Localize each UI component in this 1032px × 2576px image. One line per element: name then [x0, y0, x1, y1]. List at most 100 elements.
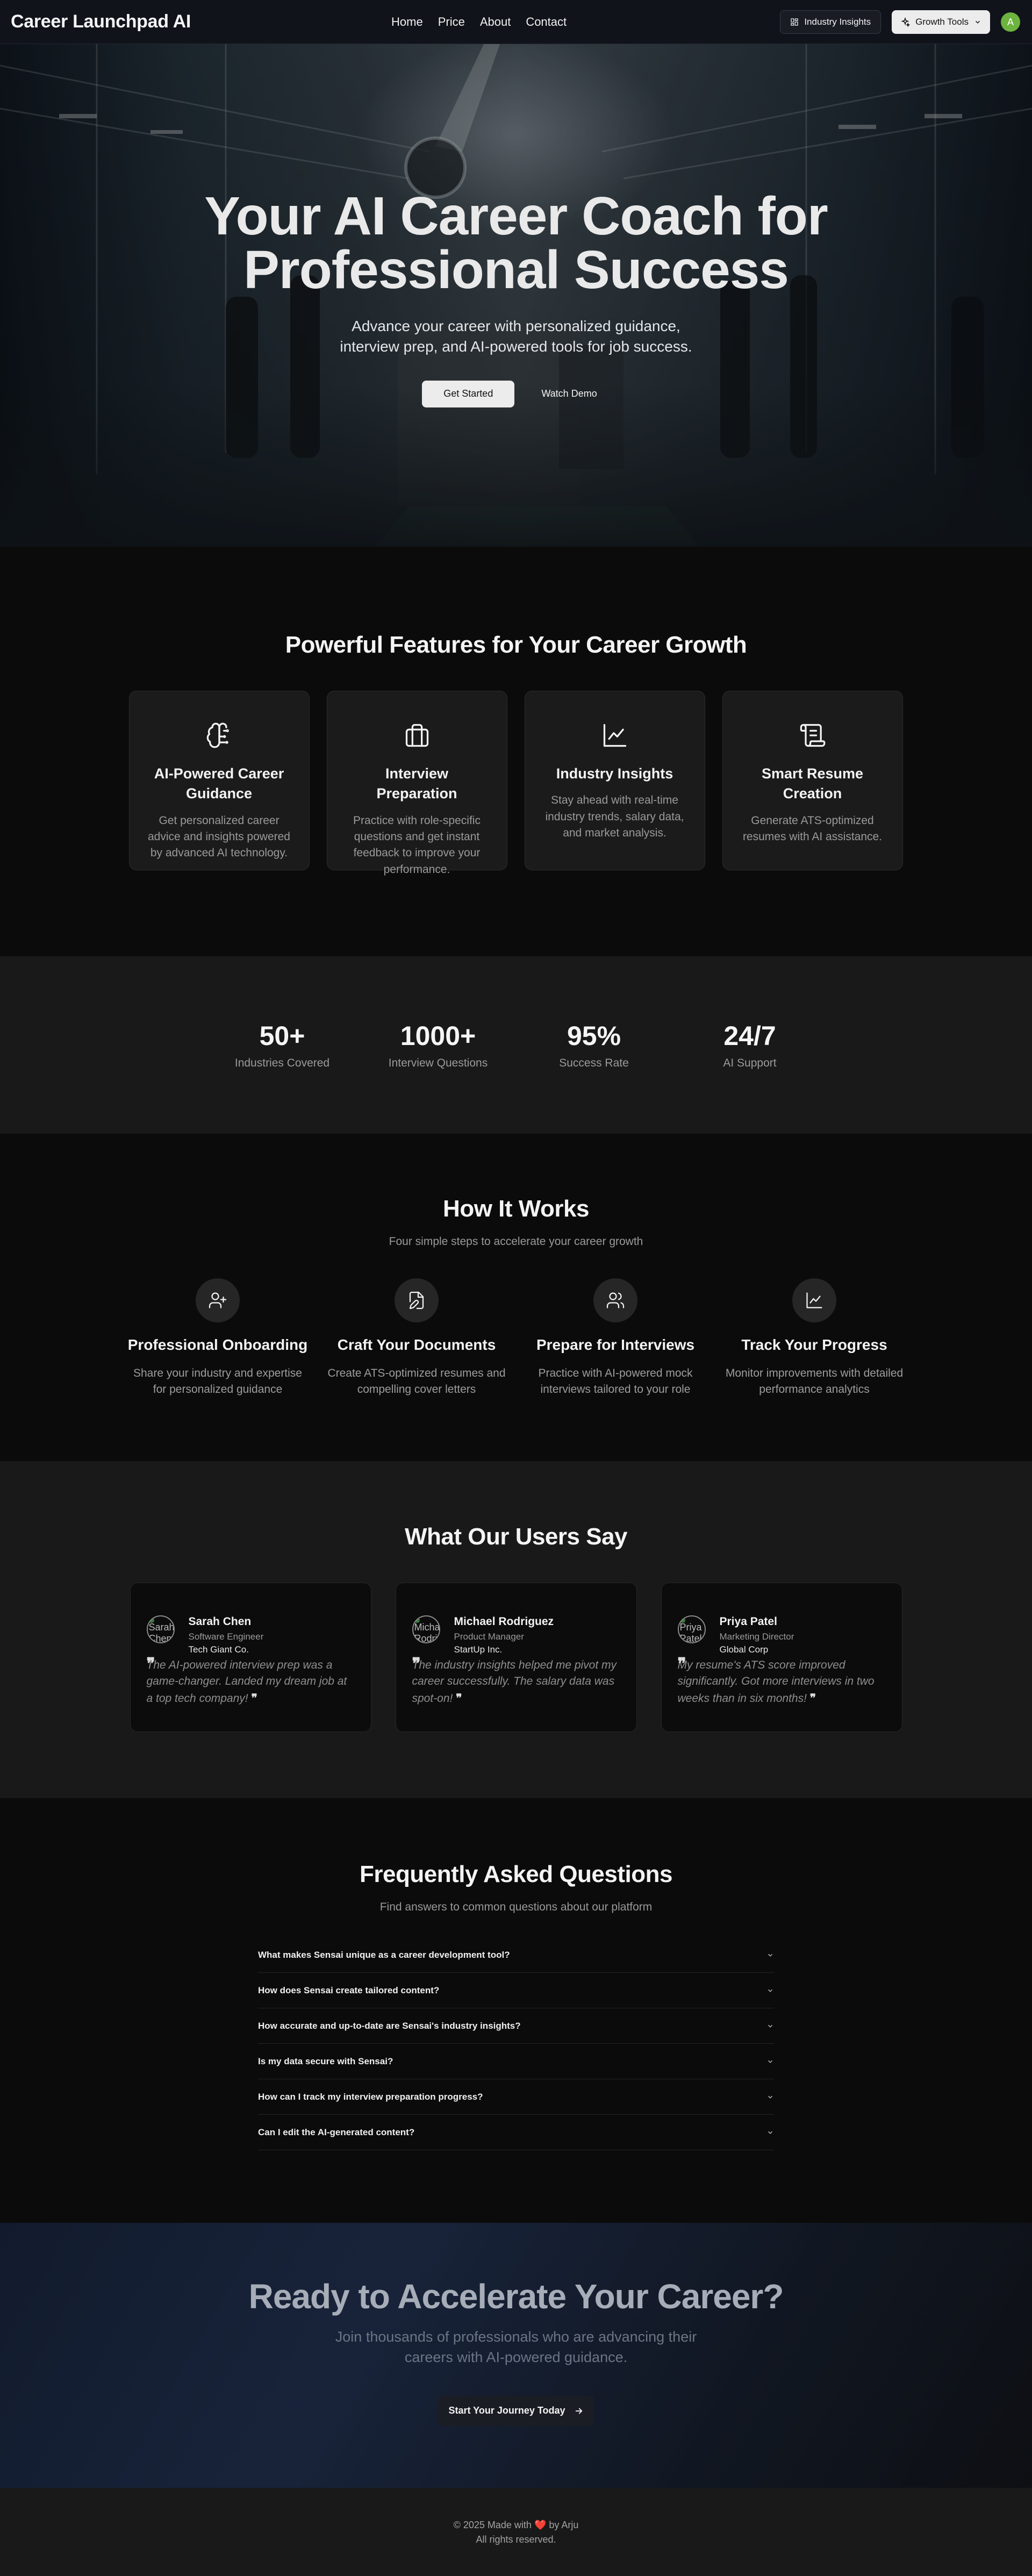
nav-link-price[interactable]: Price	[438, 15, 465, 29]
growth-tools-label: Growth Tools	[915, 17, 969, 27]
faq-item[interactable]: Can I edit the AI-generated content?	[258, 2115, 774, 2150]
stat-value: 24/7	[723, 1021, 776, 1051]
avatar-alt-text: Priya Patel	[679, 1622, 702, 1643]
arrow-right-icon	[575, 2408, 582, 2414]
avatar: Sarah Chen	[146, 1615, 175, 1643]
stat-item: 24/7 AI Support	[672, 1020, 828, 1070]
testimonial-company: Tech Giant Co.	[188, 1644, 249, 1655]
hero-content: Your AI Career Coach for Professional Su…	[0, 189, 1032, 407]
hero-subtitle: Advance your career with personalized gu…	[340, 318, 692, 355]
chevron-down-icon	[768, 2131, 773, 2134]
faq-title: Frequently Asked Questions	[360, 1861, 672, 1887]
stat-value: 50+	[259, 1021, 305, 1051]
step-icon-circle	[792, 1278, 836, 1322]
growth-tools-dropdown[interactable]: Growth Tools	[892, 10, 990, 34]
faq-list: What makes Sensai unique as a career dev…	[258, 1937, 774, 2150]
testimonials-section: What Our Users Say Sarah Chen Sarah Chen…	[0, 1461, 1032, 1798]
chevron-down-icon	[768, 1954, 773, 1957]
testimonial-role: Product Manager	[454, 1632, 524, 1642]
chevron-down-icon	[768, 1989, 773, 1992]
step-icon-circle	[593, 1278, 637, 1322]
hero-buttons: Get Started Watch Demo	[0, 380, 1032, 407]
faq-question: How does Sensai create tailored content?	[258, 1985, 440, 1995]
quote-open-icon: ❞	[412, 1655, 421, 1673]
stat-value: 95%	[567, 1021, 621, 1051]
testimonial-role: Software Engineer	[188, 1632, 264, 1642]
stat-label: Interview Questions	[388, 1057, 488, 1069]
faq-question: Is my data secure with Sensai?	[258, 2056, 393, 2066]
step-desc: Share your industry and expertise for pe…	[133, 1367, 302, 1396]
faq-item[interactable]: How can I track my interview preparation…	[258, 2079, 774, 2115]
faq-item[interactable]: What makes Sensai unique as a career dev…	[258, 1937, 774, 1973]
start-journey-button[interactable]: Start Your Journey Today	[438, 2395, 594, 2426]
stats-section: 50+ Industries Covered 1000+ Interview Q…	[0, 956, 1032, 1134]
faq-section: Frequently Asked Questions Find answers …	[0, 1798, 1032, 2223]
stat-item: 95% Success Rate	[516, 1020, 672, 1070]
features-title: Powerful Features for Your Career Growth	[285, 632, 747, 658]
cta-title: Ready to Accelerate Your Career?	[248, 2277, 784, 2316]
footer-rights: All rights reserved.	[476, 2534, 556, 2545]
user-avatar[interactable]: A	[1001, 12, 1020, 32]
faq-question: How accurate and up-to-date are Sensai's…	[258, 2020, 521, 2031]
step-item: Track Your Progress Monitor improvements…	[715, 1278, 914, 1398]
user-plus-icon	[209, 1292, 227, 1308]
feature-card: AI-Powered Career Guidance Get personali…	[128, 691, 310, 870]
stat-label: Success Rate	[559, 1057, 629, 1069]
users-icon	[606, 1292, 625, 1308]
quote-open-icon: ❞	[146, 1655, 155, 1673]
faq-question: Can I edit the AI-generated content?	[258, 2127, 415, 2137]
testimonials-title: What Our Users Say	[404, 1523, 628, 1550]
testimonial-card: Priya Patel Priya Patel Marketing Direct…	[661, 1583, 902, 1732]
step-item: Craft Your Documents Create ATS-optimize…	[317, 1278, 516, 1398]
feature-desc: Stay ahead with real-time industry trend…	[545, 794, 684, 840]
feature-title: AI-Powered Career Guidance	[154, 765, 284, 802]
nav-links: Home Price About Contact	[391, 0, 567, 44]
nav-link-contact[interactable]: Contact	[526, 15, 567, 29]
steps-row: Professional Onboarding Share your indus…	[118, 1278, 914, 1398]
step-title: Track Your Progress	[741, 1336, 887, 1353]
feature-desc: Generate ATS-optimized resumes with AI a…	[742, 814, 883, 843]
testimonial-quote: The industry insights helped me pivot my…	[412, 1659, 617, 1705]
briefcase-icon	[405, 724, 428, 747]
industry-insights-button[interactable]: Industry Insights	[780, 10, 882, 34]
cta-section: Ready to Accelerate Your Career? Join th…	[0, 2223, 1032, 2488]
avatar: Michael Rodriguez	[412, 1615, 440, 1643]
step-item: Prepare for Interviews Practice with AI-…	[516, 1278, 715, 1398]
quote-close-icon: ❞	[456, 1691, 462, 1705]
features-section: Powerful Features for Your Career Growth…	[0, 547, 1032, 956]
nav-link-home[interactable]: Home	[391, 15, 423, 29]
heart-icon: ❤️	[534, 2520, 547, 2530]
how-it-works-section: How It Works Four simple steps to accele…	[0, 1134, 1032, 1461]
testimonial-company: Global Corp	[719, 1644, 769, 1655]
step-title: Craft Your Documents	[337, 1336, 496, 1353]
testimonial-name: Michael Rodriguez	[454, 1615, 554, 1628]
industry-insights-label: Industry Insights	[804, 17, 871, 27]
quote-open-icon: ❞	[677, 1655, 686, 1673]
chevron-down-icon	[768, 2095, 773, 2099]
testimonial-name: Sarah Chen	[188, 1615, 252, 1628]
dashboard-icon	[791, 18, 798, 26]
brain-icon	[206, 722, 229, 748]
faq-item[interactable]: How does Sensai create tailored content?	[258, 1973, 774, 2008]
testimonial-role: Marketing Director	[719, 1632, 794, 1642]
stat-label: AI Support	[723, 1057, 777, 1069]
step-title: Professional Onboarding	[127, 1336, 308, 1353]
faq-item[interactable]: Is my data secure with Sensai?	[258, 2044, 774, 2079]
step-desc: Practice with AI-powered mock interviews…	[538, 1367, 693, 1396]
scroll-icon	[800, 724, 825, 747]
feature-title: Smart Resume Creation	[761, 765, 864, 802]
footer: © 2025 Made with ❤️ by Arju All rights r…	[0, 2488, 1032, 2576]
chevron-down-icon	[768, 2024, 773, 2028]
brand-logo[interactable]: Career Launchpad AI	[11, 11, 191, 32]
testimonial-quote: My resume's ATS score improved significa…	[677, 1659, 875, 1705]
faq-question: How can I track my interview preparation…	[258, 2091, 483, 2102]
feature-title: Interview Preparation	[376, 765, 457, 802]
watch-demo-button[interactable]: Watch Demo	[528, 381, 610, 407]
hero-section: Your AI Career Coach for Professional Su…	[0, 44, 1032, 547]
nav-link-about[interactable]: About	[480, 15, 511, 29]
nav-actions: Industry Insights Growth Tools A	[780, 0, 1020, 44]
get-started-button[interactable]: Get Started	[422, 380, 515, 407]
faq-question: What makes Sensai unique as a career dev…	[258, 1949, 510, 1960]
feature-title: Industry Insights	[556, 765, 673, 782]
faq-item[interactable]: How accurate and up-to-date are Sensai's…	[258, 2008, 774, 2044]
